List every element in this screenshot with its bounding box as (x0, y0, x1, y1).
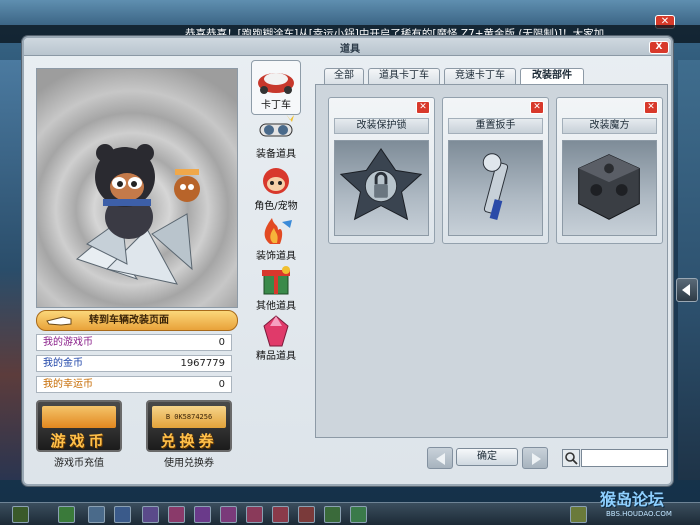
character-preview (36, 68, 238, 308)
friend-icon[interactable] (350, 506, 367, 523)
back-icon[interactable] (58, 506, 75, 523)
goto-kart-modify-label: 转到车辆改装页面 (89, 315, 169, 326)
confirm-button[interactable]: 确定 (456, 448, 518, 466)
coupon-caption: 使用兑换券 (164, 458, 214, 469)
category-character-pet-label: 角色/宠物 (254, 201, 298, 212)
arrow-left-icon (682, 284, 690, 296)
book-icon[interactable] (272, 506, 289, 523)
settings-icon[interactable] (570, 506, 587, 523)
coupon-word: 兑换券 (160, 432, 218, 450)
arrow-left-icon (436, 453, 445, 465)
tab-item-kart[interactable]: 道具卡丁车 (368, 68, 440, 84)
reset-wrench-icon (482, 153, 509, 221)
coupon-art: B 0K5874256 (152, 406, 226, 428)
item-name: 改装保护锁 (334, 118, 429, 134)
category-other-label: 其他道具 (256, 301, 296, 312)
category-premium-label: 精品道具 (256, 351, 296, 362)
flame-decor-icon (264, 218, 292, 244)
category-other[interactable]: 其他道具 (248, 264, 304, 313)
category-kart-label: 卡丁车 (261, 100, 291, 111)
category-kart[interactable]: 卡丁车 (248, 60, 304, 115)
character-kart-icon (75, 144, 200, 285)
item-window: 道具 X 转到车辆改装页面 我的游戏币 0 我的金币 1967779 我的幸运币… (22, 36, 673, 486)
recharge-caption: 游戏币充值 (54, 458, 104, 469)
side-collapse-button[interactable] (676, 278, 698, 302)
forum-watermark-url: BBS.HOUDAO.COM (606, 510, 672, 518)
stat-lucky-coins: 我的幸运币 0 (36, 376, 232, 393)
goto-kart-modify-button[interactable]: 转到车辆改装页面 (36, 310, 238, 331)
window-close-button[interactable]: X (649, 41, 669, 54)
recharge-coins-button[interactable]: 游戏币 (36, 400, 122, 452)
gem-icon (263, 315, 289, 347)
stat-gold-coins-label: 我的金币 (43, 358, 83, 369)
tab-racing-kart[interactable]: 竞速卡丁车 (444, 68, 516, 84)
forum-watermark: 猴岛论坛 (600, 490, 665, 509)
goggles-icon (259, 114, 294, 137)
item-icon[interactable] (194, 506, 211, 523)
game-scene-top (0, 0, 700, 26)
item-card[interactable]: ✕ 重置扳手 (442, 97, 549, 244)
tab-modify-parts[interactable]: 改装部件 (520, 68, 584, 84)
stat-gold-coins: 我的金币 1967779 (36, 355, 232, 372)
item-card[interactable]: ✕ 改装保护锁 (328, 97, 435, 244)
category-equipment[interactable]: 装备道具 (248, 112, 304, 161)
category-character-pet[interactable]: 角色/宠物 (248, 164, 304, 213)
party-icon[interactable] (220, 506, 237, 523)
rank-icon[interactable] (298, 506, 315, 523)
category-premium[interactable]: 精品道具 (248, 314, 304, 363)
tab-all[interactable]: 全部 (324, 68, 364, 84)
window-titlebar: 道具 X (24, 38, 671, 56)
use-coupon-button[interactable]: B 0K5874256 兑换券 (146, 400, 232, 452)
search-input[interactable] (581, 449, 668, 467)
next-page-button[interactable] (522, 447, 548, 469)
magic-cube-icon (578, 154, 640, 220)
mail-icon[interactable] (246, 506, 263, 523)
item-remove-button[interactable]: ✕ (644, 101, 658, 114)
coupon-code: B 0K5874256 (165, 413, 213, 421)
stat-gold-coins-value: 1967779 (180, 358, 225, 369)
garage-icon[interactable] (168, 506, 185, 523)
item-remove-button[interactable]: ✕ (530, 101, 544, 114)
home-icon[interactable] (114, 506, 131, 523)
gift-box-icon (262, 266, 290, 295)
item-card[interactable]: ✕ 改装魔方 (556, 97, 663, 244)
shop-icon[interactable] (88, 506, 105, 523)
kart-icon (258, 73, 294, 94)
menu-icon[interactable] (12, 506, 29, 523)
prev-page-button[interactable] (427, 447, 453, 469)
window-title: 道具 (340, 44, 360, 55)
category-decoration[interactable]: 装饰道具 (248, 214, 304, 263)
game-scene-right (678, 60, 700, 480)
category-equipment-label: 装备道具 (256, 149, 296, 160)
stat-game-coins-value: 0 (218, 337, 225, 348)
arrow-right-icon (532, 453, 541, 465)
stat-lucky-coins-value: 0 (218, 379, 225, 390)
character-icon (263, 168, 289, 194)
game-scene-left (0, 60, 22, 480)
recharge-word: 游戏币 (50, 432, 108, 450)
protection-lock-icon (339, 147, 423, 221)
item-name: 重置扳手 (448, 118, 543, 134)
item-name: 改装魔方 (562, 118, 657, 134)
tool-icon[interactable] (142, 506, 159, 523)
stat-game-coins-label: 我的游戏币 (43, 337, 93, 348)
stat-game-coins: 我的游戏币 0 (36, 334, 232, 351)
category-decoration-label: 装饰道具 (256, 251, 296, 262)
item-grid: ✕ 改装保护锁 ✕ 重置扳手 ✕ 改装魔方 (315, 84, 668, 438)
item-remove-button[interactable]: ✕ (416, 101, 430, 114)
stat-lucky-coins-label: 我的幸运币 (43, 379, 93, 390)
pointing-hand-icon (46, 316, 72, 326)
taskbar (0, 502, 700, 525)
recharge-art (42, 406, 116, 428)
chat-icon[interactable] (324, 506, 341, 523)
search-icon[interactable] (562, 449, 580, 467)
